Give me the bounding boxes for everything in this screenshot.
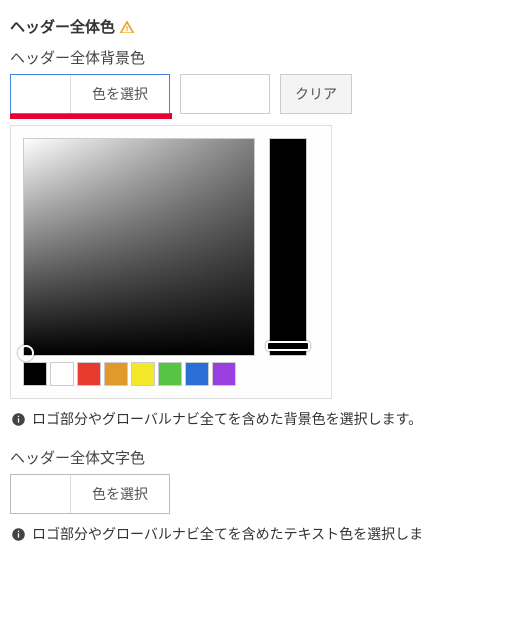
bgcolor-row: 色を選択 クリア	[10, 74, 514, 114]
sv-cursor	[18, 345, 34, 361]
preset-swatch[interactable]	[23, 362, 47, 386]
preset-swatch[interactable]	[158, 362, 182, 386]
hue-handle	[266, 341, 310, 351]
preset-swatch[interactable]	[212, 362, 236, 386]
color-picker-panel	[10, 125, 332, 399]
bgcolor-text-input[interactable]	[180, 74, 270, 114]
textcolor-swatch-preview	[11, 475, 71, 513]
textcolor-select-label: 色を選択	[71, 475, 169, 513]
textcolor-label: ヘッダー全体文字色	[10, 447, 514, 468]
bgcolor-help-text: ロゴ部分やグローバルナビ全てを含めた背景色を選択します。	[32, 409, 422, 429]
hue-slider[interactable]	[269, 138, 307, 356]
preset-swatch-row	[23, 362, 255, 386]
preset-swatch[interactable]	[185, 362, 209, 386]
preset-swatch[interactable]	[50, 362, 74, 386]
info-icon	[10, 526, 26, 542]
hue-column	[269, 138, 307, 386]
saturation-value-area[interactable]	[23, 138, 255, 356]
info-icon	[10, 411, 26, 427]
textcolor-select-button[interactable]: 色を選択	[10, 474, 170, 514]
bgcolor-swatch-preview	[11, 75, 71, 113]
textcolor-help-text: ロゴ部分やグローバルナビ全てを含めたテキスト色を選択しま	[32, 524, 423, 544]
bgcolor-label: ヘッダー全体背景色	[10, 47, 514, 68]
section-title-text: ヘッダー全体色	[10, 16, 115, 37]
textcolor-row: 色を選択	[10, 474, 514, 514]
bgcolor-help: ロゴ部分やグローバルナビ全てを含めた背景色を選択します。	[10, 409, 514, 429]
preset-swatch[interactable]	[77, 362, 101, 386]
bgcolor-clear-button[interactable]: クリア	[280, 74, 352, 114]
picker-left-col	[23, 138, 255, 386]
preset-swatch[interactable]	[131, 362, 155, 386]
bgcolor-select-button[interactable]: 色を選択	[10, 74, 170, 114]
preset-swatch[interactable]	[104, 362, 128, 386]
section-title: ヘッダー全体色	[10, 16, 514, 37]
textcolor-group: ヘッダー全体文字色 色を選択 ロゴ部分やグローバルナビ全てを含めたテキスト色を選…	[10, 447, 514, 544]
warning-icon	[119, 19, 135, 35]
textcolor-help: ロゴ部分やグローバルナビ全てを含めたテキスト色を選択しま	[10, 524, 514, 544]
bgcolor-select-label: 色を選択	[71, 75, 169, 113]
